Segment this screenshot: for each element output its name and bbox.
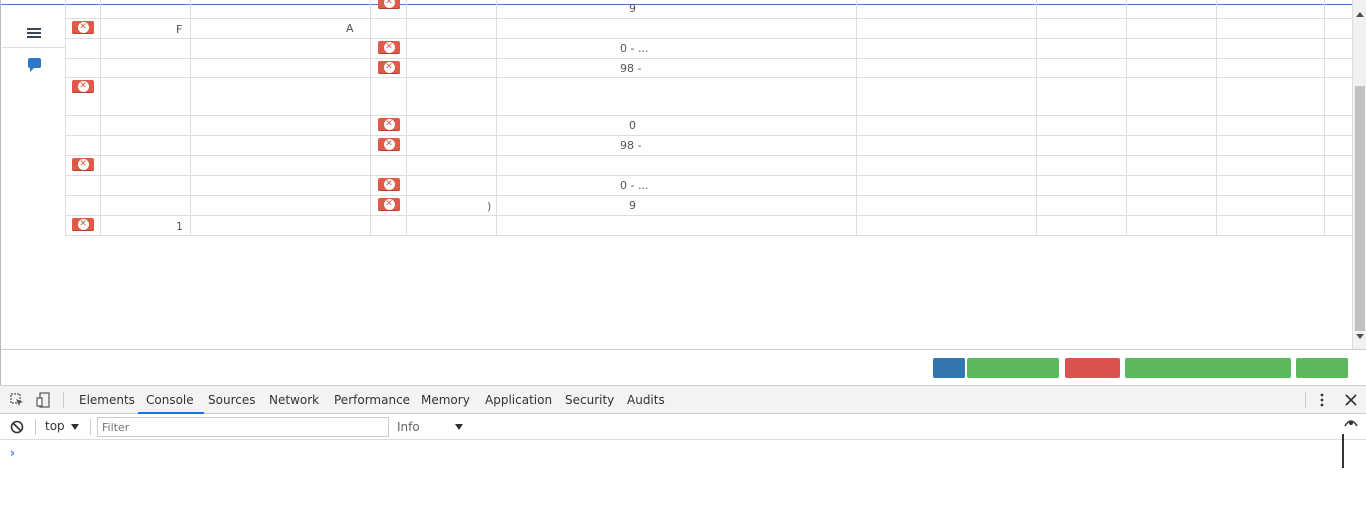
chevron-down-icon bbox=[70, 423, 79, 430]
tab-security[interactable]: Security bbox=[565, 386, 614, 414]
delete-row-button[interactable]: ✕ bbox=[378, 178, 400, 191]
delete-row-button[interactable]: ✕ bbox=[378, 198, 400, 211]
cell-value: 0 bbox=[629, 119, 636, 132]
cell-name: A bbox=[346, 22, 354, 35]
delete-row-button[interactable]: ✕ bbox=[378, 41, 400, 54]
tab-application[interactable]: Application bbox=[485, 386, 552, 414]
row-line bbox=[66, 195, 1353, 196]
console-prompt[interactable]: › bbox=[10, 446, 15, 460]
vertical-scrollbar[interactable] bbox=[1352, 0, 1366, 349]
delete-icon: ✕ bbox=[383, 62, 395, 73]
column-line bbox=[856, 0, 857, 236]
tab-console[interactable]: Console bbox=[138, 386, 204, 414]
column-line bbox=[65, 0, 66, 236]
context-selector-value: top bbox=[45, 419, 65, 433]
footer-button-extra[interactable] bbox=[1296, 358, 1348, 378]
log-level-value: Info bbox=[397, 420, 420, 434]
delete-row-button[interactable]: ✕ bbox=[378, 61, 400, 74]
more-options-icon[interactable] bbox=[1319, 393, 1325, 407]
tab-performance[interactable]: Performance bbox=[334, 386, 410, 414]
delete-icon: ✕ bbox=[383, 179, 395, 190]
toolbar-separator bbox=[90, 419, 91, 435]
cell-value: 0 - ... bbox=[620, 42, 649, 55]
cell-id: 1 bbox=[176, 220, 183, 233]
cell-id: F bbox=[176, 23, 183, 36]
scroll-down-icon[interactable] bbox=[1356, 334, 1364, 339]
column-line bbox=[1126, 0, 1127, 236]
footer-button-save[interactable] bbox=[967, 358, 1059, 378]
tabbar-separator bbox=[63, 392, 64, 408]
footer-button-cancel[interactable] bbox=[1065, 358, 1120, 378]
console-toolbar: top Info bbox=[0, 414, 1366, 440]
cell-value: 9 bbox=[629, 199, 636, 212]
filter-input[interactable] bbox=[97, 417, 389, 437]
scroll-up-icon[interactable] bbox=[1356, 12, 1364, 17]
cell-value: 9 bbox=[629, 2, 636, 15]
column-line bbox=[1036, 0, 1037, 236]
footer-button-action[interactable] bbox=[1125, 358, 1291, 378]
context-selector[interactable]: top bbox=[45, 419, 79, 433]
footer-button-primary[interactable] bbox=[933, 358, 965, 378]
delete-icon: ✕ bbox=[77, 159, 89, 170]
data-table: ✕ 9 ✕ F A ✕ 0 - ... ✕ 98 - ✕ ✕ 0 ✕ 98 - ✕ ✕ 0 - ... ✕) 9 ✕ 1 bbox=[1, 0, 1353, 240]
column-line bbox=[370, 0, 371, 236]
row-line bbox=[66, 215, 1353, 216]
delete-row-button[interactable]: ✕ bbox=[378, 0, 400, 9]
tab-audits[interactable]: Audits bbox=[627, 386, 665, 414]
delete-icon: ✕ bbox=[383, 0, 395, 8]
column-line bbox=[100, 0, 101, 236]
toolbar-separator bbox=[35, 419, 36, 435]
log-level-selector[interactable]: Info bbox=[397, 420, 472, 434]
delete-icon: ✕ bbox=[77, 22, 89, 33]
delete-row-button[interactable]: ✕ bbox=[72, 80, 94, 93]
column-line bbox=[496, 0, 497, 236]
cell-value: 98 - bbox=[620, 62, 642, 75]
app-viewport: ✕ 9 ✕ F A ✕ 0 - ... ✕ 98 - ✕ ✕ 0 ✕ 98 - ✕ ✕ 0 - ... ✕) 9 ✕ 1 bbox=[0, 0, 1366, 385]
delete-icon: ✕ bbox=[383, 42, 395, 53]
form-footer bbox=[1, 349, 1366, 385]
row-line bbox=[66, 115, 1353, 116]
device-toolbar-icon[interactable] bbox=[36, 392, 50, 408]
column-line bbox=[190, 0, 191, 236]
delete-row-button[interactable]: ✕ bbox=[72, 158, 94, 171]
cell-code: ) bbox=[487, 200, 492, 213]
row-line bbox=[66, 77, 1353, 78]
delete-row-button[interactable]: ✕ bbox=[72, 21, 94, 34]
delete-row-button[interactable]: ✕ bbox=[72, 218, 94, 231]
delete-icon: ✕ bbox=[77, 219, 89, 230]
delete-icon: ✕ bbox=[383, 119, 395, 130]
column-line bbox=[406, 0, 407, 236]
column-line bbox=[1216, 0, 1217, 236]
close-devtools-icon[interactable] bbox=[1345, 394, 1357, 406]
row-line bbox=[66, 175, 1353, 176]
delete-row-button[interactable]: ✕ bbox=[378, 138, 400, 151]
column-line bbox=[1324, 0, 1325, 236]
row-line bbox=[66, 155, 1353, 156]
cell-value: 98 - bbox=[620, 139, 642, 152]
devtools-tabbar: Elements Console Sources Network Performance… bbox=[0, 386, 1366, 414]
clear-console-icon[interactable] bbox=[10, 420, 24, 434]
delete-icon: ✕ bbox=[77, 81, 89, 92]
tab-elements[interactable]: Elements bbox=[79, 386, 135, 414]
row-line bbox=[66, 135, 1353, 136]
tab-memory[interactable]: Memory bbox=[421, 386, 470, 414]
row-line bbox=[66, 235, 1353, 236]
devtools-panel: Elements Console Sources Network Performance… bbox=[0, 385, 1366, 523]
row-line bbox=[66, 18, 1353, 19]
row-line bbox=[66, 38, 1353, 39]
console-settings-icon[interactable] bbox=[1344, 419, 1358, 427]
tabbar-separator bbox=[1305, 392, 1306, 408]
console-scrollbar[interactable] bbox=[1342, 434, 1344, 468]
row-line bbox=[66, 58, 1353, 59]
delete-icon: ✕ bbox=[383, 139, 395, 150]
chevron-down-icon bbox=[455, 424, 463, 430]
cell-value: 0 - ... bbox=[620, 179, 649, 192]
delete-icon: ✕ bbox=[383, 199, 395, 210]
scroll-thumb[interactable] bbox=[1355, 86, 1365, 331]
tab-network[interactable]: Network bbox=[269, 386, 319, 414]
delete-row-button[interactable]: ✕ bbox=[378, 118, 400, 131]
inspect-element-icon[interactable] bbox=[10, 393, 24, 407]
tab-sources[interactable]: Sources bbox=[208, 386, 255, 414]
